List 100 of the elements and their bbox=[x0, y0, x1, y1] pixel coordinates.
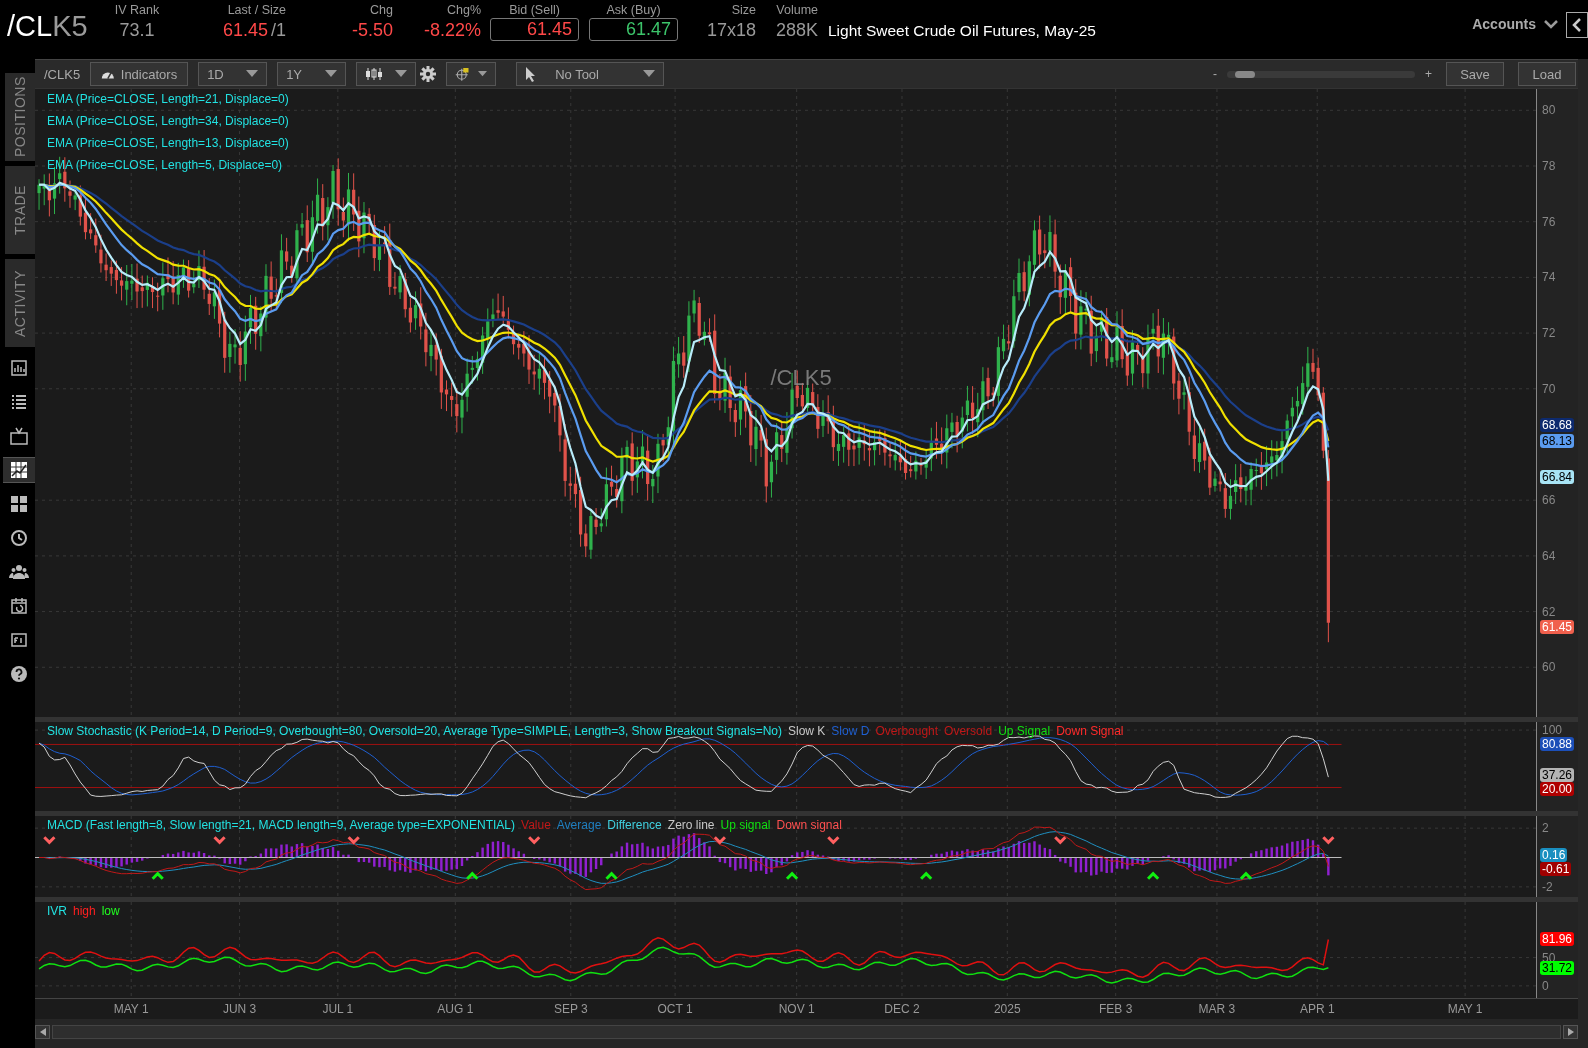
price-label: 68.13 bbox=[1540, 433, 1575, 448]
axis-tick-label: 2 bbox=[1542, 821, 1549, 836]
date-axis-label: DEC 2 bbox=[884, 1002, 920, 1016]
caret-icon bbox=[395, 70, 408, 78]
value-label: 31.72 bbox=[1540, 960, 1575, 975]
accounts-menu[interactable]: Accounts bbox=[1472, 16, 1558, 32]
triangle-left-icon bbox=[39, 1028, 46, 1036]
legend-item: Slow K bbox=[788, 723, 826, 740]
date-axis-label: 2025 bbox=[993, 1002, 1021, 1016]
chevron-left-icon bbox=[1572, 18, 1582, 32]
legend-item: Up signal bbox=[720, 817, 771, 834]
legend-item: Difference bbox=[607, 817, 662, 834]
axis-tick-label: 80 bbox=[1542, 103, 1556, 118]
quote-label: IV Rank bbox=[113, 2, 161, 18]
indicators-button[interactable]: Indicators bbox=[90, 62, 189, 86]
vertical-tab[interactable]: TRADE bbox=[5, 166, 35, 254]
list-icon bbox=[9, 392, 29, 412]
axis-tick-label: 70 bbox=[1542, 381, 1556, 396]
settings-icon[interactable] bbox=[420, 66, 437, 82]
legend-item: Slow D bbox=[831, 723, 870, 740]
axis-tick-label: 72 bbox=[1542, 326, 1556, 341]
date-axis-label: SEP 3 bbox=[553, 1002, 588, 1016]
axis-tick-label: 76 bbox=[1542, 214, 1556, 229]
quote-value: 288K bbox=[775, 20, 818, 40]
quote-value: 61.45 bbox=[222, 20, 268, 40]
caret-icon bbox=[325, 70, 338, 78]
quote-label: Ask (Buy) bbox=[605, 2, 662, 18]
symbol-title: /CLK5 bbox=[6, 9, 89, 43]
report-icon bbox=[9, 358, 29, 378]
caret-icon bbox=[643, 70, 656, 78]
sidebar-button[interactable] bbox=[3, 457, 35, 483]
indicator-legend: EMA (Price=CLOSE, Length=21, Displace=0) bbox=[47, 91, 289, 108]
quote-value: -8.22% bbox=[423, 20, 481, 40]
toolbar-dropdown[interactable] bbox=[446, 62, 497, 86]
date-axis-label: AUG 1 bbox=[437, 1002, 474, 1016]
indicator-title: IVR bbox=[47, 903, 67, 920]
vertical-tab[interactable]: ACTIVITY bbox=[5, 259, 35, 347]
indicator-legend: EMA (Price=CLOSE, Length=34, Displace=0) bbox=[47, 113, 289, 130]
toolbar-dropdown[interactable]: 1D bbox=[198, 62, 268, 86]
legend-item: low bbox=[101, 903, 120, 920]
indicator-legend: EMA (Price=CLOSE, Length=13, Displace=0) bbox=[47, 135, 289, 152]
triangle-right-icon bbox=[1567, 1028, 1574, 1036]
scroll-right-button[interactable] bbox=[1563, 1025, 1578, 1039]
toolbar-dropdown[interactable]: 1Y bbox=[277, 62, 347, 86]
legend-item: high bbox=[73, 903, 96, 920]
quote-value: 17x18 bbox=[706, 20, 756, 40]
quote-price-box[interactable]: 61.47 bbox=[589, 18, 678, 41]
caret-icon bbox=[478, 70, 488, 78]
chart-symbol: /CLK5 bbox=[44, 66, 81, 82]
legend-item: Up Signal bbox=[998, 723, 1051, 740]
date-axis-label: MAY 1 bbox=[1447, 1002, 1483, 1016]
people-icon bbox=[9, 562, 29, 582]
save-button[interactable]: Save bbox=[1446, 62, 1504, 86]
clock-icon bbox=[9, 528, 29, 548]
vertical-tab[interactable]: POSITIONS bbox=[5, 73, 35, 161]
value-label: -0.61 bbox=[1540, 862, 1572, 877]
toolbar-dropdown[interactable] bbox=[356, 62, 417, 86]
value-label: 80.88 bbox=[1540, 736, 1575, 751]
indicator-title: MACD (Fast length=8, Slow length=21, MACD length=9, Average type=EXPONENTIAL) bbox=[47, 817, 515, 834]
axis-tick-label: 100 bbox=[1542, 723, 1563, 738]
calendar-icon bbox=[9, 596, 29, 616]
collapse-button[interactable] bbox=[1566, 12, 1588, 38]
zoom-in-label[interactable]: + bbox=[1425, 67, 1432, 81]
axis-tick-label: 62 bbox=[1542, 604, 1556, 619]
axis-tick-label: 74 bbox=[1542, 270, 1556, 285]
date-axis-label: MAY 1 bbox=[113, 1002, 149, 1016]
load-button[interactable]: Load bbox=[1518, 62, 1576, 86]
value-label: 81.96 bbox=[1540, 932, 1575, 947]
axis-tick-label: 78 bbox=[1542, 159, 1556, 173]
date-axis-label: JUL 1 bbox=[322, 1002, 354, 1016]
price-label: 68.68 bbox=[1540, 418, 1575, 433]
legend-item: Average bbox=[556, 817, 602, 834]
date-axis-label: JUN 3 bbox=[222, 1002, 257, 1016]
document-icon bbox=[9, 630, 29, 650]
date-axis-label: MAR 3 bbox=[1198, 1002, 1236, 1016]
quote-price-box[interactable]: 61.45 bbox=[490, 18, 579, 41]
toolbar-dropdown[interactable]: No Tool bbox=[516, 62, 665, 86]
axis-tick-label: 64 bbox=[1542, 548, 1556, 563]
quote-label: Bid (Sell) bbox=[508, 2, 561, 18]
instrument-description: Light Sweet Crude Oil Futures, May-25 bbox=[828, 22, 1096, 40]
slider-thumb[interactable] bbox=[1235, 70, 1256, 78]
date-axis-label: APR 1 bbox=[1299, 1002, 1335, 1016]
price-label: 66.84 bbox=[1540, 469, 1575, 484]
grid-icon bbox=[9, 494, 29, 514]
legend-item: Oversold bbox=[944, 723, 993, 740]
help-icon bbox=[9, 664, 29, 684]
quote-size: /1 bbox=[271, 20, 286, 40]
date-axis-label: OCT 1 bbox=[657, 1002, 693, 1016]
date-axis-label: NOV 1 bbox=[778, 1002, 815, 1016]
zoom-slider[interactable] bbox=[1227, 70, 1415, 78]
date-axis-label: FEB 3 bbox=[1099, 1002, 1133, 1016]
legend-item: Down Signal bbox=[1056, 723, 1124, 740]
tv-icon bbox=[9, 426, 29, 446]
scroll-left-button[interactable] bbox=[35, 1025, 50, 1039]
legend-item: Overbought bbox=[875, 723, 939, 740]
zoom-out-label[interactable]: - bbox=[1213, 67, 1217, 81]
axis-tick-label: -2 bbox=[1542, 879, 1553, 894]
horizontal-scrollbar[interactable] bbox=[52, 1025, 1561, 1039]
quote-value: 73.1 bbox=[119, 20, 155, 40]
quote-label: Volume bbox=[775, 2, 818, 18]
